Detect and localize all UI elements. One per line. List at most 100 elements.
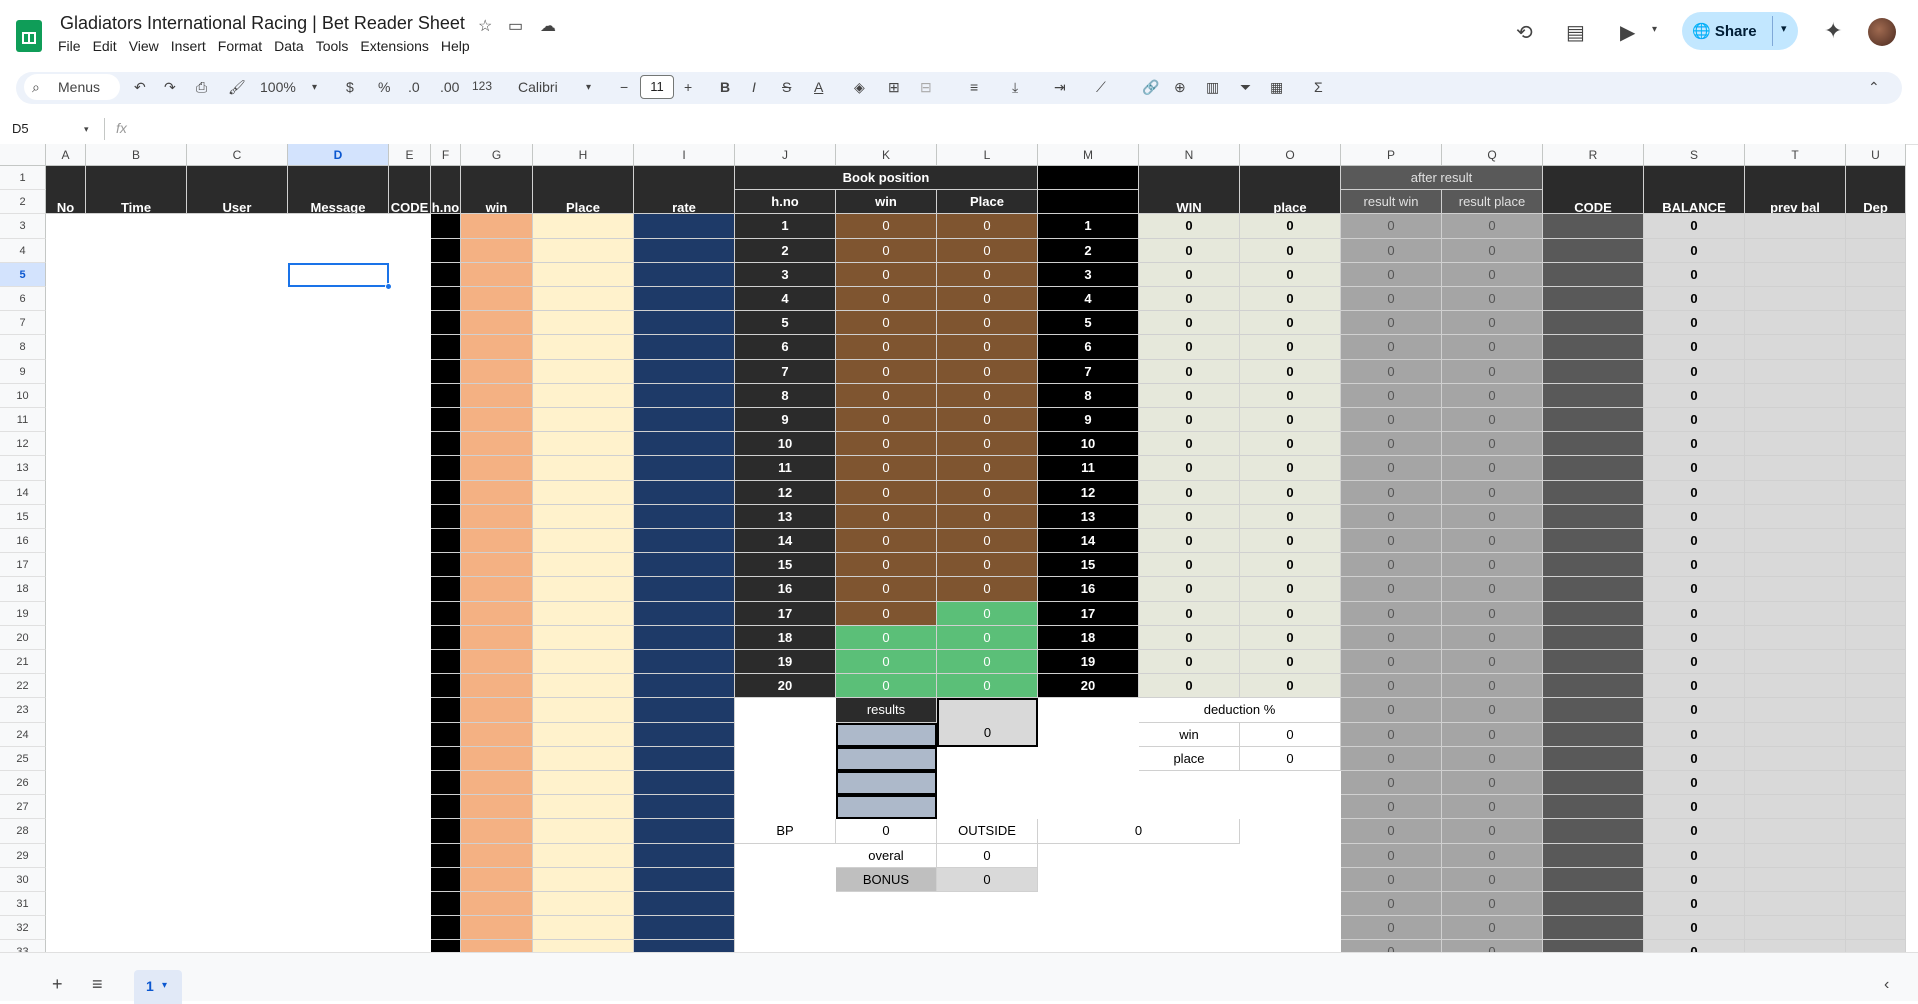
prev-bal-cell[interactable] bbox=[1745, 843, 1846, 868]
place-o-cell[interactable]: 0 bbox=[1240, 456, 1341, 481]
filter-icon[interactable]: ⏷ bbox=[1240, 79, 1251, 96]
place-cell[interactable] bbox=[533, 795, 634, 820]
win-n-cell[interactable]: 0 bbox=[1139, 383, 1240, 408]
book-win-cell[interactable]: 0 bbox=[836, 553, 937, 578]
code-r-cell[interactable] bbox=[1543, 287, 1644, 312]
formula-input[interactable] bbox=[140, 116, 1900, 142]
result-place-cell[interactable]: 0 bbox=[1442, 262, 1543, 287]
book-place-cell[interactable]: 0 bbox=[937, 383, 1038, 408]
version-history-icon[interactable]: ⟲ bbox=[1516, 20, 1533, 45]
vertical-align-icon[interactable]: ⤓ bbox=[1012, 79, 1018, 96]
sheet-tab-label[interactable]: 1 bbox=[146, 978, 154, 994]
dep-cell[interactable] bbox=[1846, 867, 1906, 892]
place-o-cell[interactable]: 0 bbox=[1240, 335, 1341, 360]
results-label[interactable]: results bbox=[836, 698, 937, 723]
header-message[interactable]: Message bbox=[288, 166, 389, 215]
place-cell[interactable] bbox=[533, 698, 634, 723]
result-win-cell[interactable]: 0 bbox=[1341, 940, 1442, 952]
result-place-cell[interactable]: 0 bbox=[1442, 674, 1543, 699]
text-wrap-icon[interactable]: ⇥ bbox=[1054, 79, 1066, 96]
outside-value[interactable]: 0 bbox=[1038, 819, 1240, 844]
hno-cell[interactable]: 10 bbox=[735, 432, 836, 457]
col-f-cell[interactable] bbox=[431, 577, 461, 602]
book-place-cell[interactable]: 0 bbox=[937, 529, 1038, 554]
row-header-22[interactable]: 22 bbox=[0, 674, 46, 699]
prev-bal-cell[interactable] bbox=[1745, 722, 1846, 747]
place-cell[interactable] bbox=[533, 892, 634, 917]
prev-bal-cell[interactable] bbox=[1745, 867, 1846, 892]
balance-cell[interactable]: 0 bbox=[1644, 867, 1745, 892]
prev-bal-cell[interactable] bbox=[1745, 916, 1846, 941]
book-place-cell[interactable]: 0 bbox=[937, 335, 1038, 360]
result-place-cell[interactable]: 0 bbox=[1442, 577, 1543, 602]
col-f-cell[interactable] bbox=[431, 456, 461, 481]
name-box[interactable]: D5 bbox=[12, 121, 29, 136]
code-r-cell[interactable] bbox=[1543, 480, 1644, 505]
row-header-4[interactable]: 4 bbox=[0, 238, 46, 263]
row-header-19[interactable]: 19 bbox=[0, 601, 46, 626]
balance-cell[interactable]: 0 bbox=[1644, 916, 1745, 941]
book-place-cell[interactable]: 0 bbox=[937, 287, 1038, 312]
after-result-header[interactable]: after result bbox=[1341, 166, 1543, 191]
column-header-j[interactable]: J bbox=[735, 144, 836, 166]
rate-cell[interactable] bbox=[634, 287, 735, 312]
win-cell[interactable] bbox=[461, 916, 533, 941]
balance-cell[interactable]: 0 bbox=[1644, 408, 1745, 433]
place-o-cell[interactable]: 0 bbox=[1240, 262, 1341, 287]
book-win-cell[interactable]: 0 bbox=[836, 335, 937, 360]
dep-cell[interactable] bbox=[1846, 650, 1906, 675]
column-header-a[interactable]: A bbox=[46, 144, 86, 166]
win-n-cell[interactable]: 0 bbox=[1139, 674, 1240, 699]
dep-cell[interactable] bbox=[1846, 383, 1906, 408]
row-header-15[interactable]: 15 bbox=[0, 504, 46, 529]
prev-bal-cell[interactable] bbox=[1745, 940, 1846, 952]
filter-views-icon[interactable]: ▦ bbox=[1270, 79, 1283, 96]
header-dep[interactable]: Dep bbox=[1846, 166, 1906, 215]
header-user[interactable]: User bbox=[187, 166, 288, 215]
result-win-cell[interactable]: 0 bbox=[1341, 819, 1442, 844]
prev-bal-cell[interactable] bbox=[1745, 504, 1846, 529]
header-time[interactable]: Time bbox=[86, 166, 187, 215]
book-win-cell[interactable]: 0 bbox=[836, 311, 937, 336]
balance-cell[interactable]: 0 bbox=[1644, 674, 1745, 699]
place-o-cell[interactable]: 0 bbox=[1240, 674, 1341, 699]
prev-bal-cell[interactable] bbox=[1745, 456, 1846, 481]
prev-bal-cell[interactable] bbox=[1745, 359, 1846, 384]
win-n-cell[interactable]: 0 bbox=[1139, 504, 1240, 529]
result-place-cell[interactable]: 0 bbox=[1442, 722, 1543, 747]
col-f-cell[interactable] bbox=[431, 504, 461, 529]
rate-cell[interactable] bbox=[634, 625, 735, 650]
win-n-cell[interactable]: 0 bbox=[1139, 287, 1240, 312]
column-header-l[interactable]: L bbox=[937, 144, 1038, 166]
code-r-cell[interactable] bbox=[1543, 795, 1644, 820]
row-header-31[interactable]: 31 bbox=[0, 892, 46, 917]
result-win-cell[interactable]: 0 bbox=[1341, 867, 1442, 892]
menu-insert[interactable]: Insert bbox=[165, 38, 212, 54]
hno-cell[interactable]: 1 bbox=[735, 214, 836, 239]
menu-help[interactable]: Help bbox=[435, 38, 476, 54]
header-no[interactable]: No bbox=[46, 166, 86, 215]
book-place-cell[interactable]: 0 bbox=[937, 456, 1038, 481]
place-cell[interactable] bbox=[533, 722, 634, 747]
rate-cell[interactable] bbox=[634, 553, 735, 578]
menu-tools[interactable]: Tools bbox=[310, 38, 355, 54]
deduction-win-label[interactable]: win bbox=[1139, 722, 1240, 747]
book-win-cell[interactable]: 0 bbox=[836, 577, 937, 602]
spreadsheet-grid[interactable]: A B C D E F G H I J K L M N O P Q R S T U 1 2 3 4 5 6 7 8 9 10 11 12 13 14… bbox=[0, 144, 1918, 952]
win-cell[interactable] bbox=[461, 311, 533, 336]
hno-m-cell[interactable]: 11 bbox=[1038, 456, 1139, 481]
hno-m-cell[interactable]: 2 bbox=[1038, 238, 1139, 263]
rate-cell[interactable] bbox=[634, 214, 735, 239]
balance-cell[interactable]: 0 bbox=[1644, 262, 1745, 287]
column-header-g[interactable]: G bbox=[461, 144, 533, 166]
menu-edit[interactable]: Edit bbox=[87, 38, 123, 54]
dep-cell[interactable] bbox=[1846, 504, 1906, 529]
dep-cell[interactable] bbox=[1846, 771, 1906, 796]
win-n-cell[interactable]: 0 bbox=[1139, 432, 1240, 457]
prev-bal-cell[interactable] bbox=[1745, 287, 1846, 312]
code-r-cell[interactable] bbox=[1543, 892, 1644, 917]
win-cell[interactable] bbox=[461, 214, 533, 239]
place-o-cell[interactable]: 0 bbox=[1240, 432, 1341, 457]
result-place-cell[interactable]: 0 bbox=[1442, 698, 1543, 723]
code-r-cell[interactable] bbox=[1543, 577, 1644, 602]
